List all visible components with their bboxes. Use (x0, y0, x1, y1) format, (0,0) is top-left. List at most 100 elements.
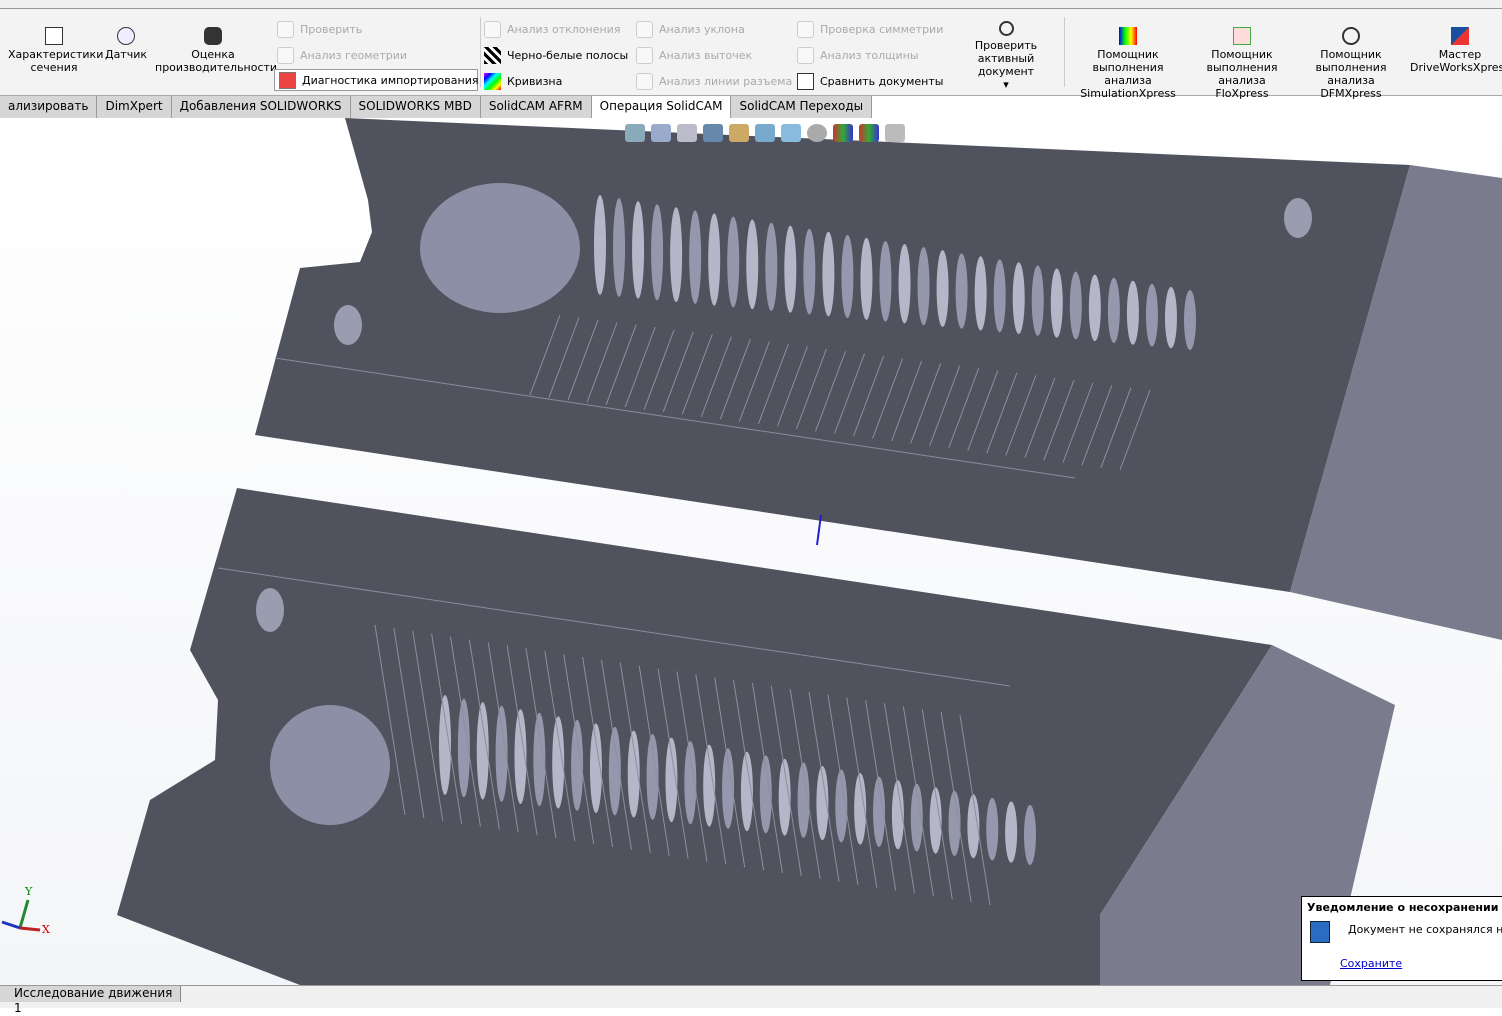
thread-ridge (613, 198, 626, 297)
check-button[interactable]: Проверить (277, 18, 362, 40)
thread-ridge (822, 231, 835, 317)
thread-ridge (803, 228, 816, 315)
model-view (117, 118, 1502, 985)
thread-ridge (1050, 268, 1063, 338)
driveworksxpress-button[interactable]: Мастер DriveWorksXpress (1410, 27, 1502, 74)
thread-ridge (1107, 277, 1120, 343)
check-active-document-button[interactable]: Проверить активный документ ▾ (950, 21, 1062, 91)
draft-analysis-icon (636, 20, 653, 38)
thread-ridge (1005, 801, 1018, 863)
check-icon (277, 20, 294, 38)
thread-ridge (670, 207, 683, 303)
symmetry-check-button[interactable]: Проверка симметрии (797, 18, 943, 40)
title-bar (0, 0, 1502, 9)
driveworksxpress-icon (1451, 27, 1469, 45)
tab-6[interactable]: SolidCAM Переходы (731, 96, 873, 118)
save-link[interactable]: Сохраните (1340, 957, 1402, 970)
previous-view-icon[interactable] (677, 124, 697, 142)
thread-ridge (1164, 286, 1177, 349)
floxpress-button[interactable]: Помощник выполнения анализа FloXpress (1192, 27, 1292, 100)
zoom-to-area-icon[interactable] (651, 124, 671, 142)
thread-ridge (765, 222, 778, 311)
zoom-to-fit-icon[interactable] (625, 124, 645, 142)
save-floppy-icon (1310, 921, 1330, 943)
tab-motion-study-1[interactable]: Исследование движения 1 (0, 986, 181, 1015)
tab-1[interactable]: DimXpert (97, 96, 172, 118)
tab-4[interactable]: SolidCAM AFRM (480, 96, 592, 118)
deviation-analysis-button[interactable]: Анализ отклонения (484, 18, 620, 40)
dynamic-annotation-icon[interactable] (729, 124, 749, 142)
deviation-analysis-icon (484, 20, 501, 38)
thread-ridge (879, 240, 892, 322)
thread-ridge (993, 259, 1006, 333)
tab-3[interactable]: SOLIDWORKS MBD (350, 96, 481, 118)
compare-documents-icon (797, 72, 814, 90)
sensor-icon (117, 27, 135, 45)
tab-2[interactable]: Добавления SOLIDWORKS (171, 96, 351, 118)
curvature-button[interactable]: Кривизна (484, 70, 562, 92)
section-properties-button[interactable]: Характеристики сечения (8, 27, 103, 74)
view-orientation-icon[interactable] (755, 124, 775, 142)
thread-ridge (1184, 290, 1196, 350)
import-diagnostics-icon (279, 71, 296, 89)
dfmxpress-button[interactable]: Помощник выполнения анализа DFMXpress (1298, 27, 1404, 100)
display-style-icon[interactable] (781, 124, 801, 142)
tab-5[interactable]: Операция SolidCAM (591, 96, 732, 118)
unsaved-document-notification: Уведомление о несохранении доку Документ… (1301, 896, 1502, 981)
performance-evaluation-icon (204, 27, 222, 45)
view-settings-icon[interactable] (885, 124, 905, 142)
simulationxpress-icon (1119, 27, 1137, 45)
thickness-analysis-icon (797, 46, 814, 64)
thread-ridge (632, 201, 645, 299)
undercut-analysis-button[interactable]: Анализ выточек (636, 44, 752, 66)
thread-ridge (841, 234, 854, 319)
command-manager-tabs: ализировать DimXpert Добавления SOLIDWORKS… (0, 96, 873, 118)
thread-ridge (1069, 271, 1082, 340)
compare-documents-button[interactable]: Сравнить документы (797, 70, 943, 92)
thread-ridge (727, 216, 740, 308)
thread-ridge (651, 204, 664, 301)
hide-show-items-icon[interactable] (807, 124, 827, 142)
view-triad: Y X (0, 885, 60, 938)
triad-x-label: X (42, 923, 50, 936)
sensor-button[interactable]: Датчик (104, 27, 148, 61)
ribbon-evaluate: Характеристики сечения Датчик Оценка про… (0, 9, 1502, 100)
thread-ridge (974, 256, 987, 331)
chevron-down-icon[interactable]: ▾ (1003, 78, 1009, 91)
import-diagnostics-button[interactable]: Диагностика импортирования (274, 69, 478, 91)
parting-line-analysis-icon (636, 72, 653, 90)
edit-appearance-icon[interactable] (833, 124, 853, 142)
draft-analysis-button[interactable]: Анализ уклона (636, 18, 745, 40)
geometry-analysis-icon (277, 46, 294, 64)
simulationxpress-button[interactable]: Помощник выполнения анализа SimulationXp… (1068, 27, 1188, 100)
section-view-icon[interactable] (703, 124, 723, 142)
thread-ridge (860, 237, 873, 320)
status-bar: Исследование движения 1 (0, 985, 1502, 1015)
zebra-stripes-button[interactable]: Черно-белые полосы (484, 44, 628, 66)
dfmxpress-icon (1342, 27, 1360, 45)
thread-ridge (1088, 274, 1101, 342)
thread-ridge (917, 247, 930, 326)
tab-0[interactable]: ализировать (0, 96, 98, 118)
triad-y-label: Y (25, 885, 33, 898)
thread-ridge (689, 210, 702, 304)
parting-line-analysis-button[interactable]: Анализ линии разъема (636, 70, 792, 92)
thread-ridge (1126, 280, 1139, 345)
apply-scene-icon[interactable] (859, 124, 879, 142)
curvature-icon (484, 72, 501, 90)
thread-ridge (1012, 262, 1025, 335)
thread-ridge (594, 195, 606, 295)
thread-ridge (746, 219, 759, 310)
thread-ridge (784, 225, 797, 313)
notification-message: Документ не сохранялся не м (1348, 923, 1502, 936)
graphics-area[interactable]: Y X (0, 118, 1502, 985)
thread-ridge (708, 213, 721, 306)
thickness-analysis-button[interactable]: Анализ толщины (797, 44, 919, 66)
symmetry-check-icon (797, 20, 814, 38)
heads-up-view-toolbar (625, 124, 905, 142)
geometry-analysis-button[interactable]: Анализ геометрии (277, 44, 407, 66)
performance-evaluation-button[interactable]: Оценка производительности (155, 27, 277, 74)
undercut-analysis-icon (636, 46, 653, 64)
floxpress-icon (1233, 27, 1251, 45)
thread-ridge (955, 253, 968, 329)
